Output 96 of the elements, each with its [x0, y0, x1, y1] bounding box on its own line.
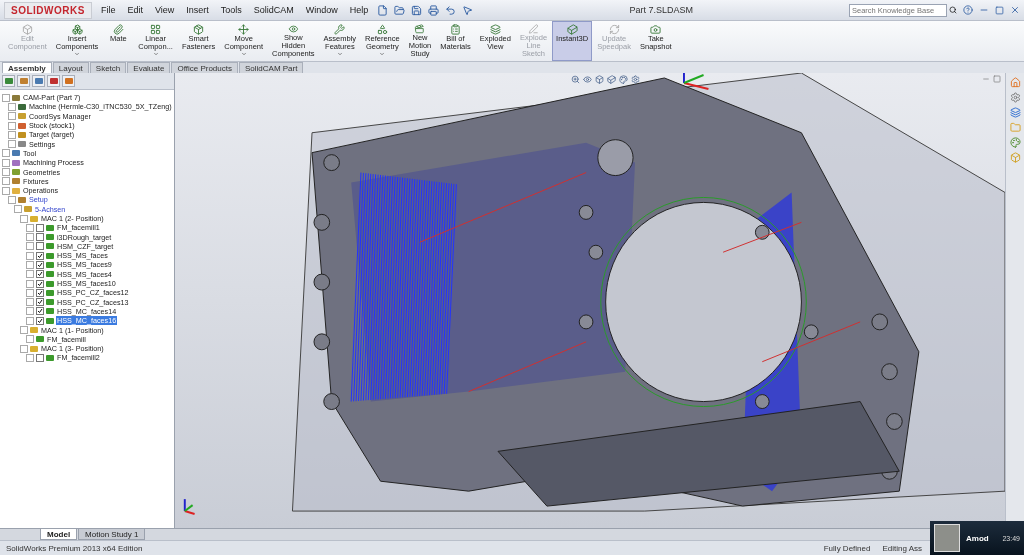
position-icon: [30, 215, 38, 222]
machine-icon: [18, 103, 26, 110]
help-icon[interactable]: [963, 5, 973, 15]
fixture-icon: [18, 196, 26, 203]
layers-icon: [489, 24, 501, 35]
clipboard-icon: [449, 24, 461, 35]
eye-icon[interactable]: [583, 75, 592, 84]
menu-item[interactable]: File: [97, 5, 119, 15]
move-icon: [238, 24, 250, 35]
checkbox[interactable]: [36, 223, 44, 232]
checkbox[interactable]: [36, 251, 44, 260]
eye-icon: [287, 24, 299, 34]
printer-icon[interactable]: [428, 4, 440, 16]
box-icon: [21, 24, 33, 35]
part-icon: [12, 94, 20, 101]
notification-name: Amod: [966, 533, 990, 543]
panel-tab-icon[interactable]: [32, 75, 45, 87]
camera-icon: [650, 24, 662, 35]
home-icon[interactable]: [1009, 77, 1021, 88]
caret-icon: [152, 51, 159, 57]
tool-icon: [12, 150, 20, 157]
caret-icon: [240, 51, 247, 57]
coordsys-icon: [18, 113, 26, 120]
box-icon[interactable]: [1009, 152, 1021, 163]
pointer-icon[interactable]: [462, 4, 474, 16]
axis-triad-icon: [682, 73, 710, 90]
process-icon: [12, 159, 20, 166]
menu-item[interactable]: Help: [346, 5, 372, 15]
checkbox[interactable]: [36, 233, 44, 242]
caret-icon: [336, 51, 343, 57]
new-document-icon[interactable]: [377, 4, 389, 16]
panel-tab-icon[interactable]: [62, 75, 75, 87]
operation-icon: [46, 354, 54, 361]
pen-icon: [528, 24, 539, 34]
zoom-icon[interactable]: [571, 75, 580, 84]
geometry-icon: [12, 169, 20, 175]
panel-tab-icon[interactable]: [17, 75, 30, 87]
panel-tab-icon[interactable]: [47, 75, 60, 87]
checkbox[interactable]: [36, 261, 44, 269]
paperclip-icon: [112, 24, 124, 35]
maximize-icon[interactable]: [995, 5, 1004, 15]
search-icon[interactable]: [949, 6, 957, 14]
checkbox[interactable]: [36, 316, 44, 325]
box-icon[interactable]: [595, 75, 604, 84]
avatar-placeholder: [934, 524, 960, 552]
cube-icon: [566, 24, 578, 35]
menu-item[interactable]: Tools: [217, 5, 245, 15]
minimize-icon[interactable]: [982, 75, 990, 83]
layers-icon[interactable]: [1009, 107, 1021, 118]
undo-icon[interactable]: [445, 4, 457, 16]
cube-icon[interactable]: [607, 75, 616, 84]
clapperboard-icon: [414, 24, 426, 34]
menu-item[interactable]: Edit: [124, 5, 146, 15]
open-folder-icon[interactable]: [394, 4, 406, 16]
status-text: SolidWorks Premium 2013 x64 Edition: [6, 543, 143, 553]
target-icon: [18, 131, 26, 138]
operation-icon: [36, 336, 44, 343]
shapes-icon: [376, 24, 388, 35]
menu-item[interactable]: Window: [302, 5, 341, 15]
caret-icon: [379, 51, 386, 57]
checkbox[interactable]: [36, 279, 44, 288]
refresh-icon: [608, 24, 620, 35]
folder-icon: [12, 187, 20, 194]
save-icon[interactable]: [411, 4, 423, 16]
status-text: Fully Defined: [823, 543, 871, 553]
package-icon: [193, 24, 205, 35]
checkbox[interactable]: [36, 307, 44, 316]
panel-tab-icon[interactable]: [2, 75, 15, 87]
palette-icon[interactable]: [619, 75, 628, 84]
status-text: Editing Ass: [882, 543, 922, 553]
palette-icon[interactable]: [1009, 137, 1021, 148]
app-logo: SOLIDWORKS: [4, 1, 92, 19]
checkbox[interactable]: [36, 353, 44, 362]
position-icon: [30, 327, 38, 334]
settings-icon: [18, 141, 26, 148]
maximize-icon[interactable]: [993, 75, 1001, 83]
wrench-icon: [334, 24, 346, 35]
stock-icon: [18, 122, 26, 129]
checkbox[interactable]: [36, 298, 44, 307]
checkbox[interactable]: [36, 288, 44, 297]
folder-icon[interactable]: [1009, 122, 1021, 133]
settings-icon[interactable]: [631, 75, 640, 84]
grid-icon: [150, 24, 162, 35]
coordsys-icon: [24, 206, 32, 213]
window-title: Part 7.SLDASM: [628, 5, 694, 15]
checkbox[interactable]: [36, 242, 44, 251]
position-icon: [30, 345, 38, 352]
fixture-icon: [12, 178, 20, 185]
caret-icon: [74, 51, 81, 57]
axis-triad-icon: [183, 498, 196, 516]
menu-item[interactable]: Insert: [183, 5, 212, 15]
menu-item[interactable]: View: [151, 5, 178, 15]
checkbox[interactable]: [36, 270, 44, 279]
menu-item[interactable]: SolidCAM: [250, 5, 297, 15]
close-icon[interactable]: [1010, 5, 1020, 15]
boxes-icon: [71, 24, 83, 35]
